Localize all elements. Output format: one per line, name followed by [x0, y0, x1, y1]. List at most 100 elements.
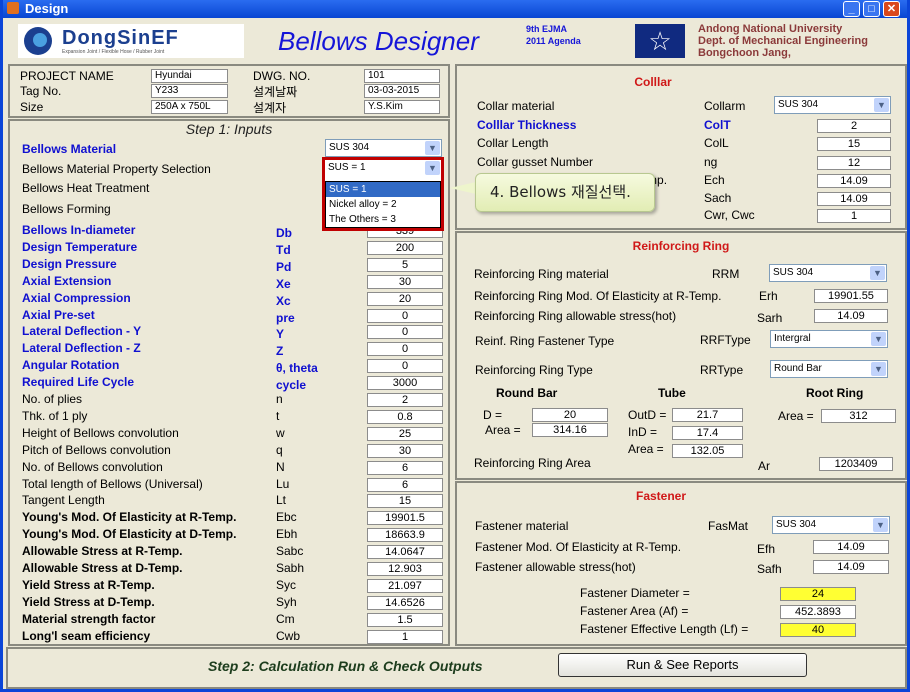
- input-row-value[interactable]: 30: [367, 443, 443, 458]
- chevron-down-icon[interactable]: ▼: [870, 266, 885, 280]
- fastener-area-input[interactable]: 452.3893: [780, 605, 856, 619]
- dwg-input[interactable]: 101: [364, 69, 440, 83]
- univ-line2: Dept. of Mechanical Engineering: [698, 35, 868, 47]
- input-row-value[interactable]: 30: [367, 274, 443, 289]
- ring-mod-sym: Erh: [759, 289, 778, 303]
- input-row-value[interactable]: 20: [367, 291, 443, 306]
- input-row-value[interactable]: 14.0647: [367, 545, 443, 560]
- input-row-value[interactable]: 19901.5: [367, 511, 443, 526]
- input-row-symbol: w: [276, 425, 285, 440]
- tag-label: Tag No.: [20, 84, 62, 98]
- input-row-value[interactable]: 21.097: [367, 578, 443, 593]
- tag-input[interactable]: Y233: [151, 84, 228, 98]
- outd-input[interactable]: 21.7: [672, 408, 743, 422]
- input-row-value[interactable]: 0: [367, 342, 443, 357]
- input-row-value[interactable]: 14.6526: [367, 595, 443, 610]
- minimize-button[interactable]: _: [843, 1, 860, 17]
- ring-stress-input[interactable]: 14.09: [814, 309, 888, 323]
- run-reports-button[interactable]: Run & See Reports: [558, 653, 807, 677]
- input-row-label: Axial Pre-set: [22, 307, 95, 322]
- option-nickel-alloy[interactable]: Nickel alloy = 2: [326, 197, 440, 212]
- input-row-value[interactable]: 18663.9: [367, 528, 443, 543]
- ring-mod-input[interactable]: 19901.55: [814, 289, 888, 303]
- ring-fastener-select[interactable]: Intergral ▼: [770, 330, 888, 348]
- d-input[interactable]: 20: [532, 408, 608, 422]
- bellows-material-select[interactable]: SUS 304 ▼: [325, 139, 442, 157]
- fastener-diameter-input[interactable]: 24: [780, 587, 856, 601]
- collar-material-select[interactable]: SUS 304 ▼: [774, 96, 891, 114]
- ring-stress-label: Reinforcing Ring allowable stress(hot): [474, 309, 677, 323]
- property-selection-select[interactable]: SUS = 1 ▼: [325, 160, 441, 178]
- ind-input[interactable]: 17.4: [672, 426, 743, 440]
- size-input[interactable]: 250A x 750L: [151, 100, 228, 114]
- input-row-value[interactable]: 1.5: [367, 612, 443, 627]
- project-name-input[interactable]: Hyundai: [151, 69, 228, 83]
- input-row-value[interactable]: 0: [367, 325, 443, 340]
- ring-area-sym: Ar: [758, 459, 770, 473]
- step2-title: Step 2: Calculation Run & Check Outputs: [208, 658, 483, 674]
- input-row-symbol: Pd: [276, 259, 292, 274]
- ring-material-value: SUS 304: [773, 267, 814, 278]
- fastener-mod-input[interactable]: 14.09: [813, 540, 889, 554]
- tube-area-label: Area =: [628, 442, 664, 456]
- input-row-value[interactable]: 6: [367, 477, 443, 492]
- chevron-down-icon[interactable]: ▼: [425, 141, 440, 155]
- chevron-down-icon[interactable]: ▼: [871, 362, 886, 376]
- input-row-symbol: Syc: [276, 577, 297, 592]
- input-row-value[interactable]: 6: [367, 460, 443, 475]
- chevron-down-icon[interactable]: ▼: [873, 518, 888, 532]
- ring-material-select[interactable]: SUS 304 ▼: [769, 264, 887, 282]
- input-row-value[interactable]: 12.903: [367, 562, 443, 576]
- chevron-down-icon[interactable]: ▼: [425, 161, 440, 175]
- date-input[interactable]: 03-03-2015: [364, 84, 440, 98]
- designer-input[interactable]: Y.S.Kim: [364, 100, 440, 114]
- collar-row-symbol: ColT: [704, 118, 731, 132]
- ring-area-input[interactable]: 1203409: [819, 457, 893, 471]
- collar-row-value[interactable]: 14.09: [817, 192, 891, 206]
- root-ring-title: Root Ring: [806, 386, 864, 400]
- input-row-value[interactable]: 200: [367, 240, 443, 255]
- input-row-value[interactable]: 5: [367, 257, 443, 272]
- input-row-value[interactable]: 3000: [367, 376, 443, 391]
- collar-row-value[interactable]: 2: [817, 119, 891, 133]
- project-info-panel: PROJECT NAME Hyundai Tag No. Y233 Size 2…: [8, 64, 450, 118]
- input-row-label: Thk. of 1 ply: [22, 408, 88, 423]
- ring-type-select[interactable]: Round Bar ▼: [770, 360, 888, 378]
- close-button[interactable]: ✕: [883, 1, 900, 17]
- root-ring-area-input[interactable]: 312: [821, 409, 896, 423]
- ring-material-label: Reinforcing Ring material: [474, 267, 609, 281]
- collar-row-value[interactable]: 1: [817, 209, 891, 223]
- chevron-down-icon[interactable]: ▼: [871, 332, 886, 346]
- tube-area-input[interactable]: 132.05: [672, 444, 743, 458]
- ring-stress-sym: Sarh: [757, 311, 783, 325]
- collar-row-value[interactable]: 12: [817, 156, 891, 170]
- outd-label: OutD =: [628, 408, 667, 422]
- ring-fastener-sym: RRFType: [700, 333, 751, 347]
- input-row-value[interactable]: 0.8: [367, 409, 443, 424]
- fastener-length-input[interactable]: 40: [780, 623, 856, 637]
- chevron-down-icon[interactable]: ▼: [874, 98, 889, 112]
- fastener-stress-input[interactable]: 14.09: [813, 560, 889, 574]
- input-row-value[interactable]: 2: [367, 393, 443, 407]
- collar-row-value[interactable]: 15: [817, 137, 891, 151]
- round-bar-area-input[interactable]: 314.16: [532, 423, 608, 437]
- collar-row-value[interactable]: 14.09: [817, 174, 891, 188]
- input-row-label: Lateral Deflection - Y: [22, 324, 142, 339]
- fastener-material-select[interactable]: SUS 304 ▼: [772, 516, 890, 534]
- window-title: Design: [25, 1, 69, 16]
- input-row-value[interactable]: 1: [367, 629, 443, 644]
- fastener-stress-sym: Safh: [757, 562, 782, 576]
- step2-panel: Step 2: Calculation Run & Check Outputs …: [6, 647, 907, 689]
- input-row-label: Design Temperature: [22, 239, 138, 254]
- input-row-value[interactable]: 25: [367, 426, 443, 441]
- input-row-value[interactable]: 0: [367, 308, 443, 323]
- option-others[interactable]: The Others = 3: [326, 212, 440, 227]
- ring-type-label: Reinforcing Ring Type: [475, 363, 593, 377]
- ring-material-sym: RRM: [712, 267, 740, 281]
- option-sus[interactable]: SUS = 1: [326, 182, 440, 197]
- input-row-value[interactable]: 0: [367, 359, 443, 374]
- ring-type-sym: RRType: [700, 363, 744, 377]
- maximize-button[interactable]: □: [863, 1, 880, 17]
- input-row-value[interactable]: 15: [367, 494, 443, 509]
- fastener-material-label: Fastener material: [475, 519, 569, 533]
